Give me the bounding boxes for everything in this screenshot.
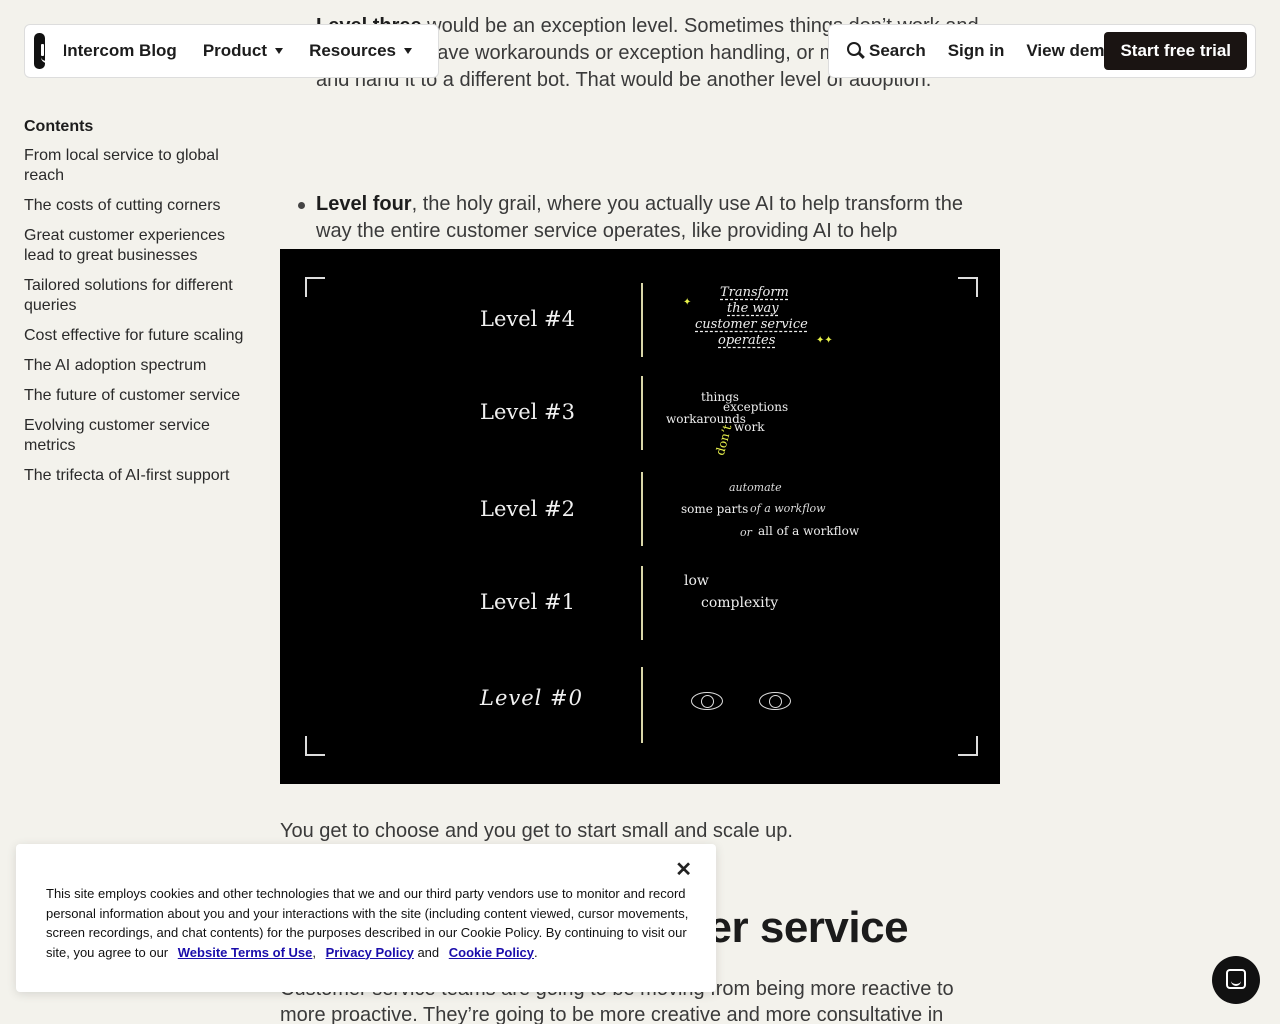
privacy-policy-link[interactable]: Privacy Policy [326,945,414,960]
eye-icon [691,692,723,710]
l4-text: the way [727,301,779,316]
level-four-label: Level four [316,193,412,215]
frame-corner [958,736,978,756]
caret-down-icon [275,48,284,54]
l2-automate: automate [729,481,782,494]
close-icon[interactable]: ✕ [675,857,692,882]
l2-some-parts: some parts [681,502,749,516]
l4-text: Transform [720,285,789,300]
frame-corner [958,277,978,297]
toc-item-cost-effective[interactable]: Cost effective for future scaling [24,326,249,346]
toc-title: Contents [24,118,94,135]
terms-of-use-link[interactable]: Website Terms of Use [178,945,313,960]
cookie-and: and [417,944,440,960]
chat-launcher-button[interactable] [1212,956,1260,1004]
search-button[interactable]: Search [847,41,926,61]
l3-work: work [734,420,765,434]
l3-dont: don’t [712,423,735,457]
level-4-label: Level #4 [480,307,576,331]
level-divider [641,376,643,450]
toc-item-global-reach[interactable]: From local service to global reach [24,146,249,186]
level-divider [641,667,643,743]
level-1-label: Level #1 [480,590,576,614]
cookie-comma: , [312,944,317,960]
eye-icon [759,692,791,710]
sparkle-icon: ✦✦ [816,335,833,346]
ai-adoption-levels-illustration: Level #4 Level #3 Level #2 Level #1 Leve… [280,249,1000,784]
level-divider [641,472,643,546]
toc-item-cutting-corners[interactable]: The costs of cutting corners [24,196,249,216]
level-3-label: Level #3 [480,400,576,424]
l1-low: low [684,573,709,589]
toc-item-trifecta[interactable]: The trifecta of AI-first support [24,466,249,486]
product-menu[interactable]: Product [202,41,284,61]
toc-item-tailored-solutions[interactable]: Tailored solutions for different queries [24,276,249,316]
frame-corner [305,277,325,297]
toc-item-metrics[interactable]: Evolving customer service metrics [24,416,249,456]
resources-menu[interactable]: Resources [309,41,412,61]
intercom-logo-icon[interactable] [34,33,64,69]
l2-or: or [740,526,752,539]
toc-item-great-experiences[interactable]: Great customer experiences lead to great… [24,226,249,266]
paragraph-start-small: You get to choose and you get to start s… [280,820,793,842]
resources-label: Resources [309,41,396,60]
level-0-label: Level #0 [480,686,584,710]
caret-down-icon [404,48,412,54]
l4-text: operates [718,333,776,348]
nav-right: Search Sign in View demo Start free tria… [828,24,1256,78]
l1-complexity: complexity [701,595,779,611]
cookie-policy-link[interactable]: Cookie Policy [449,945,534,960]
blog-home-link[interactable]: Intercom Blog [63,41,177,61]
chat-icon [1226,969,1246,989]
level-divider [641,566,643,640]
search-label: Search [869,41,926,60]
l2-of-a-workflow: of a workflow [750,502,826,515]
frame-corner [305,736,325,756]
l2-all-of-workflow: all of a workflow [758,524,860,538]
table-of-contents: Contents From local service to global re… [24,118,249,496]
product-label: Product [202,41,268,60]
sparkle-icon: ✦ [683,297,692,308]
cookie-text: This site employs cookies and other tech… [46,884,691,962]
sign-in-link[interactable]: Sign in [948,41,1005,61]
start-free-trial-button[interactable]: Start free trial [1104,32,1247,70]
search-icon [847,42,861,56]
level-divider [641,283,643,357]
l4-text: customer service [695,317,808,332]
view-demo-link[interactable]: View demo [1026,41,1115,61]
toc-item-ai-adoption[interactable]: The AI adoption spectrum [24,356,249,376]
level-2-label: Level #2 [480,497,576,521]
nav-left: Intercom Blog Product Resources [24,24,439,78]
cookie-period: . [534,944,538,960]
toc-item-future-service[interactable]: The future of customer service [24,386,249,406]
cookie-banner: ✕ This site employs cookies and other te… [16,844,716,992]
